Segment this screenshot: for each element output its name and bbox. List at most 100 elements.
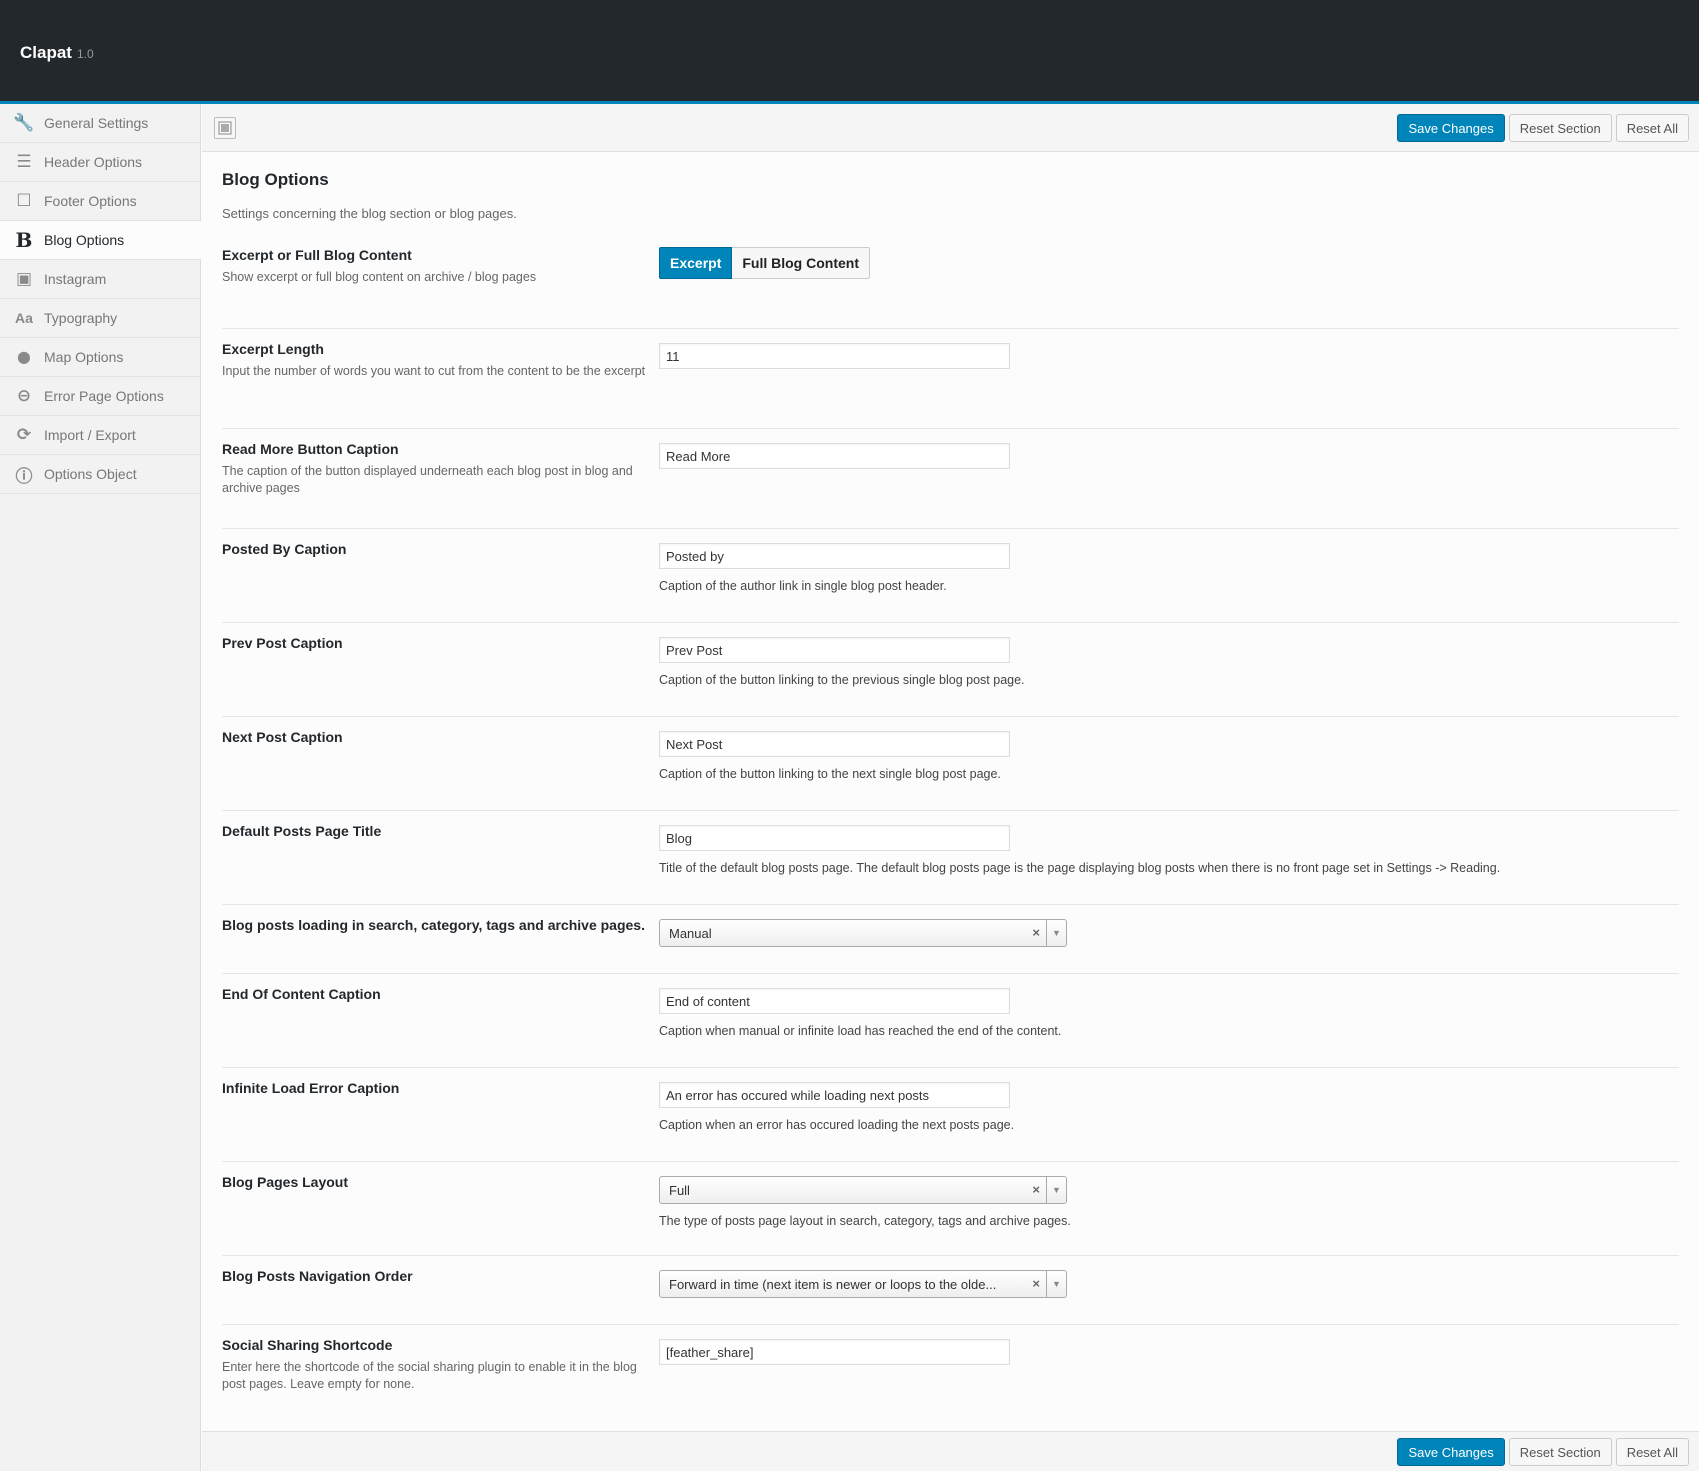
section-header: Blog Options Settings concerning the blo…: [202, 152, 1699, 221]
menu-icon: ☰: [16, 152, 32, 171]
font-icon: Aa: [15, 310, 33, 326]
reset-all-button[interactable]: Reset All: [1615, 1438, 1689, 1466]
sidebar-item-general-settings[interactable]: 🔧 General Settings: [0, 104, 200, 143]
option-row-read-more: Read More Button Caption The caption of …: [222, 429, 1679, 529]
clear-icon[interactable]: ×: [1032, 1182, 1040, 1197]
option-title: Blog Pages Layout: [222, 1174, 349, 1190]
page-title: Blog Options: [222, 170, 329, 189]
option-description: Caption of the button linking to the pre…: [659, 673, 1025, 687]
option-row-load-error: Infinite Load Error Caption An error has…: [222, 1068, 1679, 1162]
option-description: Caption when an error has occured loadin…: [659, 1118, 1015, 1132]
sidebar-item-header-options[interactable]: ☰ Header Options: [0, 143, 200, 182]
option-description: Caption of the button linking to the nex…: [659, 767, 1001, 781]
expand-options-button[interactable]: [214, 117, 236, 139]
option-row-loading: Blog posts loading in search, category, …: [222, 905, 1679, 974]
refresh-icon: ⟳: [16, 425, 32, 444]
prev-post-input[interactable]: Prev Post: [659, 637, 1010, 663]
option-title: Read More Button Caption: [222, 441, 399, 457]
options-table: Excerpt or Full Blog Content Show excerp…: [202, 247, 1699, 1415]
full-content-option[interactable]: Full Blog Content: [732, 247, 871, 279]
option-row-social: Social Sharing Shortcode Enter here the …: [222, 1325, 1679, 1415]
option-title: End Of Content Caption: [222, 986, 381, 1002]
sidebar-item-instagram[interactable]: ▣ Instagram: [0, 260, 200, 299]
reset-section-button[interactable]: Reset Section: [1508, 1438, 1612, 1466]
option-row-excerpt: Excerpt or Full Blog Content Show excerp…: [222, 247, 1679, 329]
next-post-input[interactable]: Next Post: [659, 731, 1010, 757]
select-value: Manual: [669, 925, 712, 941]
option-title: Excerpt Length: [222, 341, 324, 357]
clear-icon[interactable]: ×: [1032, 925, 1040, 940]
sidebar-item-error-page-options[interactable]: ⊖ Error Page Options: [0, 377, 200, 416]
option-title: Prev Post Caption: [222, 635, 343, 651]
sidebar-item-label: Footer Options: [44, 193, 137, 209]
option-description: Caption when manual or infinite load has…: [659, 1024, 1062, 1038]
brand-version: 1.0: [76, 47, 94, 61]
top-action-buttons: Save Changes Reset Section Reset All: [1397, 114, 1689, 142]
sidebar-item-label: Header Options: [44, 154, 143, 170]
option-row-end-content: End Of Content Caption End of content Ca…: [222, 974, 1679, 1068]
end-content-input[interactable]: End of content: [659, 988, 1010, 1014]
sidebar-item-map-options[interactable]: ⬤ Map Options: [0, 338, 200, 377]
option-title: Posted By Caption: [222, 541, 347, 557]
bottom-toolbar: Save Changes Reset Section Reset All: [202, 1431, 1699, 1471]
excerpt-option[interactable]: Excerpt: [659, 247, 733, 279]
sidebar-item-footer-options[interactable]: ☐ Footer Options: [0, 182, 200, 221]
sidebar-item-options-object[interactable]: ⓘ Options Object: [0, 455, 200, 494]
load-error-input[interactable]: An error has occured while loading next …: [659, 1082, 1010, 1108]
social-shortcode-input[interactable]: [feather_share]: [659, 1339, 1010, 1365]
options-content: Save Changes Reset Section Reset All Blo…: [202, 104, 1699, 1471]
select-value: Full: [669, 1182, 690, 1198]
read-more-input[interactable]: Read More: [659, 443, 1010, 469]
option-title: Default Posts Page Title: [222, 823, 382, 839]
option-description: Caption of the author link in single blo…: [659, 579, 947, 593]
map-pin-icon: ⬤: [17, 350, 31, 364]
posted-by-input[interactable]: Posted by: [659, 543, 1010, 569]
option-description: The type of posts page layout in search,…: [659, 1214, 1071, 1228]
brand: Clapat 1.0: [20, 43, 94, 63]
sidebar-item-label: Import / Export: [44, 427, 136, 443]
option-row-default-title: Default Posts Page Title Blog Title of t…: [222, 811, 1679, 905]
sidebar-item-label: Instagram: [44, 271, 107, 287]
save-changes-button[interactable]: Save Changes: [1397, 1438, 1505, 1466]
option-title: Social Sharing Shortcode: [222, 1337, 393, 1353]
chevron-down-icon[interactable]: ▼: [1046, 1271, 1066, 1297]
wrench-icon: 🔧: [13, 113, 35, 132]
sidebar-item-label: Error Page Options: [44, 388, 164, 404]
sidebar-item-label: General Settings: [44, 115, 149, 131]
nav-order-select[interactable]: Forward in time (next item is newer or l…: [659, 1270, 1067, 1298]
section-description: Settings concerning the blog section or …: [222, 206, 517, 221]
option-title: Next Post Caption: [222, 729, 343, 745]
option-subtitle: Show excerpt or full blog content on arc…: [222, 270, 537, 284]
reset-section-button[interactable]: Reset Section: [1508, 114, 1612, 142]
sidebar-item-label: Typography: [44, 310, 118, 326]
clear-icon[interactable]: ×: [1032, 1276, 1040, 1291]
default-title-input[interactable]: Blog: [659, 825, 1010, 851]
option-row-prev-post: Prev Post Caption Prev Post Caption of t…: [222, 623, 1679, 717]
loading-select[interactable]: Manual × ▼: [659, 919, 1067, 947]
option-subtitle: Enter here the shortcode of the social s…: [222, 1360, 637, 1391]
option-row-next-post: Next Post Caption Next Post Caption of t…: [222, 717, 1679, 811]
reset-all-button[interactable]: Reset All: [1615, 114, 1689, 142]
instagram-icon: ▣: [15, 269, 33, 288]
option-row-posted-by: Posted By Caption Posted by Caption of t…: [222, 529, 1679, 623]
option-title: Infinite Load Error Caption: [222, 1080, 400, 1096]
select-value: Forward in time (next item is newer or l…: [669, 1276, 997, 1292]
square-icon: ☐: [16, 191, 32, 210]
sidebar-item-import-export[interactable]: ⟳ Import / Export: [0, 416, 200, 455]
sidebar-item-typography[interactable]: Aa Typography: [0, 299, 200, 338]
layout-select[interactable]: Full × ▼: [659, 1176, 1067, 1204]
sidebar-item-label: Options Object: [44, 466, 137, 482]
option-title: Excerpt or Full Blog Content: [222, 247, 412, 263]
excerpt-length-input[interactable]: 11: [659, 343, 1010, 369]
expand-icon: [218, 121, 232, 135]
option-row-excerpt-length: Excerpt Length Input the number of words…: [222, 329, 1679, 429]
sidebar-item-label: Map Options: [44, 349, 124, 365]
admin-topbar: Clapat 1.0: [0, 0, 1699, 104]
chevron-down-icon[interactable]: ▼: [1046, 1177, 1066, 1203]
minus-circle-icon: ⊖: [16, 386, 32, 405]
save-changes-button[interactable]: Save Changes: [1397, 114, 1505, 142]
chevron-down-icon[interactable]: ▼: [1046, 920, 1066, 946]
bold-b-icon: B: [15, 228, 33, 252]
sidebar-item-blog-options[interactable]: B Blog Options: [0, 221, 201, 260]
option-description: Title of the default blog posts page. Th…: [659, 861, 1501, 875]
